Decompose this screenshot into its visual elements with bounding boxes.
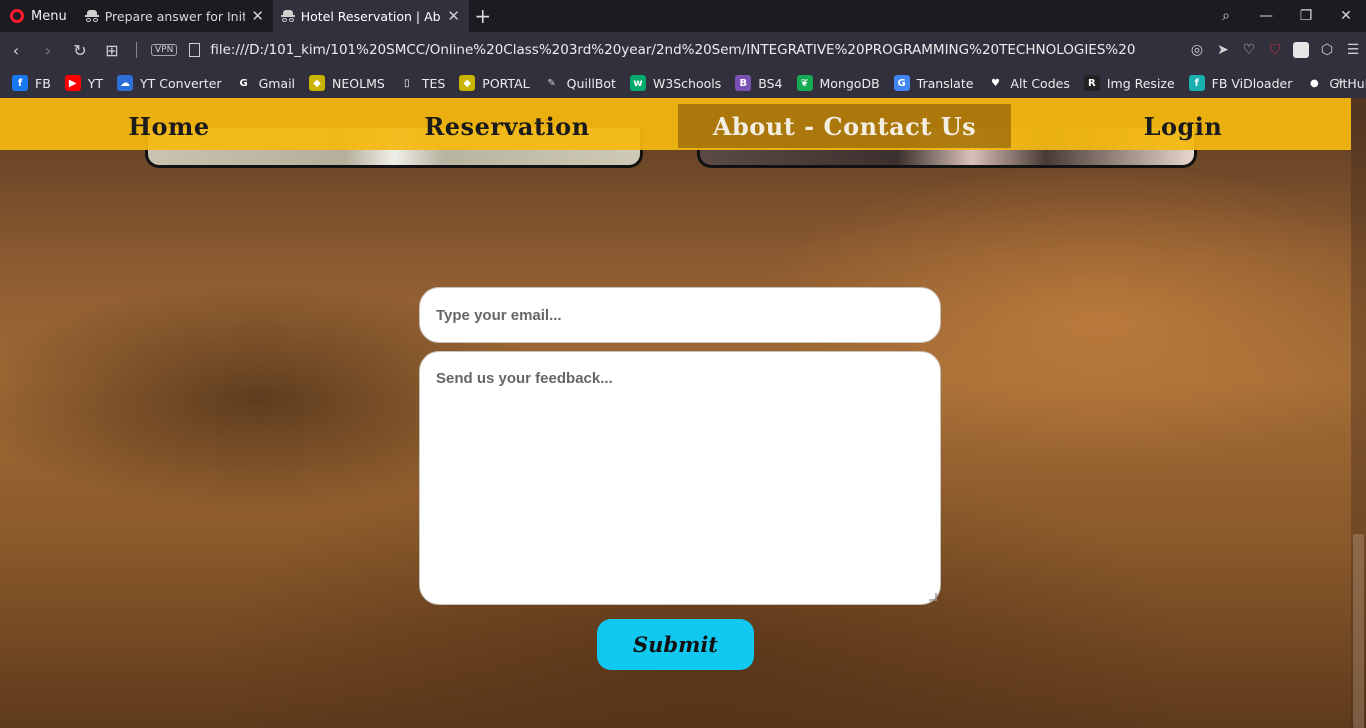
opera-logo-icon [10, 9, 24, 23]
bookmark-label: W3Schools [652, 75, 722, 91]
camera-icon[interactable]: ◎ [1184, 42, 1210, 58]
tab-grid-icon[interactable]: ⊞ [96, 41, 128, 60]
nav-home[interactable]: Home [100, 104, 238, 148]
site-nav: Home Reservation About - Contact Us Logi… [0, 98, 1351, 150]
bookmark-w3schools[interactable]: w W3Schools [629, 75, 722, 91]
github-icon: ● [1309, 77, 1319, 89]
bookmark-label: QuillBot [566, 75, 616, 91]
feedback-form: Type your email... Send us your feedback… [419, 287, 941, 670]
bookmark-label: YT [87, 75, 104, 91]
address-bar: ‹ › ↻ ⊞ VPN file:///D:/101_kim/101%20SMC… [0, 32, 1366, 68]
bookmark-label: FB [35, 75, 51, 91]
bookmark-quillbot[interactable]: ✎ QuillBot [544, 75, 616, 91]
new-tab-button[interactable]: + [469, 4, 497, 28]
address-bar-actions: ◎ ➤ ♡ ⛉ ⬡ ☰ [1184, 32, 1366, 68]
nav-about-contact[interactable]: About - Contact Us [678, 104, 1011, 148]
bookmark-fb-vidloader[interactable]: f FB ViDloader [1188, 75, 1293, 91]
private-tab-icon [84, 10, 99, 22]
document-icon: ▯ [404, 77, 410, 89]
bookmark-alt-codes[interactable]: ♥ Alt Codes [987, 75, 1070, 91]
bookmark-tes[interactable]: ▯ TES [399, 75, 445, 91]
url-field[interactable]: file:///D:/101_kim/101%20SMCC/Online%20C… [210, 42, 1135, 58]
submit-button[interactable]: Submit [597, 619, 754, 670]
heart-icon[interactable]: ♡ [1236, 42, 1262, 58]
image-resize-icon: R [1083, 75, 1100, 91]
cloud-download-icon: ☁ [117, 75, 134, 91]
bookmark-img-resize[interactable]: R Img Resize [1083, 75, 1175, 91]
bookmarks-overflow-button[interactable]: » [1335, 74, 1344, 90]
close-window-button[interactable]: ✕ [1326, 8, 1366, 24]
w3schools-icon: w [629, 75, 646, 91]
school-seal-icon: ◆ [309, 75, 326, 91]
bookmark-label: Alt Codes [1010, 75, 1070, 91]
browser-tab-bar: Menu Prepare answer for Initial C ✕ Hote… [0, 0, 1366, 32]
window-controls: ⌕ — ❐ ✕ [1206, 0, 1366, 32]
bookmark-label: PORTAL [482, 75, 530, 91]
feedback-placeholder: Send us your feedback... [436, 370, 613, 387]
easy-setup-icon[interactable]: ☰ [1340, 42, 1366, 58]
browser-menu-button[interactable]: Menu [0, 0, 77, 32]
mongodb-leaf-icon: ❦ [796, 75, 813, 91]
adblock-shield-icon[interactable]: ⛉ [1262, 42, 1288, 58]
facebook-icon: f [12, 75, 28, 91]
bookmark-gmail[interactable]: G Gmail [236, 75, 295, 91]
scrollbar[interactable] [1351, 98, 1366, 728]
bookmark-label: Translate [916, 75, 974, 91]
cube-icon[interactable]: ⬡ [1314, 42, 1340, 58]
send-icon[interactable]: ➤ [1210, 42, 1236, 58]
youtube-icon: ▶ [64, 75, 81, 91]
email-field[interactable]: Type your email... [419, 287, 941, 343]
bookmarks-bar: f FB ▶ YT ☁ YT Converter G Gmail ◆ NEOLMS ▯ TES ◆ POR… [0, 68, 1366, 98]
google-icon: G [239, 77, 248, 89]
bookmark-label: NEOLMS [332, 75, 385, 91]
tab-close-icon[interactable]: ✕ [251, 7, 265, 25]
restore-button[interactable]: ❐ [1286, 8, 1326, 24]
private-tab-icon [280, 10, 295, 22]
bootstrap-icon: B [735, 75, 752, 91]
resize-handle-icon[interactable] [929, 593, 937, 601]
quill-icon: ✎ [547, 77, 556, 89]
nav-reservation[interactable]: Reservation [404, 104, 610, 148]
bookmark-label: Img Resize [1106, 75, 1175, 91]
bookmark-label: Gmail [258, 75, 296, 91]
vpn-badge[interactable]: VPN [151, 44, 178, 56]
bookmark-mongodb[interactable]: ❦ MongoDB [796, 75, 880, 91]
page-viewport: Home Reservation About - Contact Us Logi… [0, 98, 1366, 728]
facebook-video-icon: f [1188, 75, 1205, 91]
tab-close-icon[interactable]: ✕ [447, 7, 461, 25]
bookmark-label: YT Converter [140, 75, 222, 91]
back-arrow-icon[interactable]: ‹ [0, 41, 32, 60]
menu-label: Menu [31, 8, 67, 24]
translate-icon: G [893, 75, 910, 91]
nav-login[interactable]: Login [1128, 104, 1238, 148]
bookmark-label: TES [421, 75, 446, 91]
bookmark-label: FB ViDloader [1211, 75, 1293, 91]
bookmark-label: MongoDB [819, 75, 880, 91]
reload-icon[interactable]: ↻ [64, 41, 96, 60]
forward-arrow-icon[interactable]: › [32, 41, 64, 60]
divider [136, 42, 137, 58]
extension-icon[interactable] [1293, 42, 1309, 58]
scrollbar-thumb[interactable] [1353, 534, 1364, 728]
tab-hotel-reservation[interactable]: Hotel Reservation | About - ✕ [272, 0, 469, 32]
heart-icon: ♥ [990, 77, 1000, 89]
bookmark-portal[interactable]: ◆ PORTAL [459, 75, 530, 91]
minimize-button[interactable]: — [1246, 8, 1286, 24]
bookmark-neolms[interactable]: ◆ NEOLMS [309, 75, 385, 91]
tab-title: Prepare answer for Initial C [104, 8, 245, 24]
tab-title: Hotel Reservation | About - [300, 8, 441, 24]
tab-prepare-answer[interactable]: Prepare answer for Initial C ✕ [77, 0, 273, 32]
bookmark-label: BS4 [758, 75, 783, 91]
bookmark-yt[interactable]: ▶ YT [64, 75, 104, 91]
feedback-textarea[interactable]: Send us your feedback... [419, 351, 941, 605]
bookmark-bs4[interactable]: B BS4 [735, 75, 783, 91]
school-seal-icon: ◆ [459, 75, 476, 91]
bookmark-translate[interactable]: G Translate [893, 75, 974, 91]
bookmark-yt-converter[interactable]: ☁ YT Converter [117, 75, 222, 91]
bookmark-fb[interactable]: f FB [12, 75, 51, 91]
search-tabs-icon[interactable]: ⌕ [1206, 8, 1246, 24]
page-info-icon[interactable] [189, 43, 201, 57]
